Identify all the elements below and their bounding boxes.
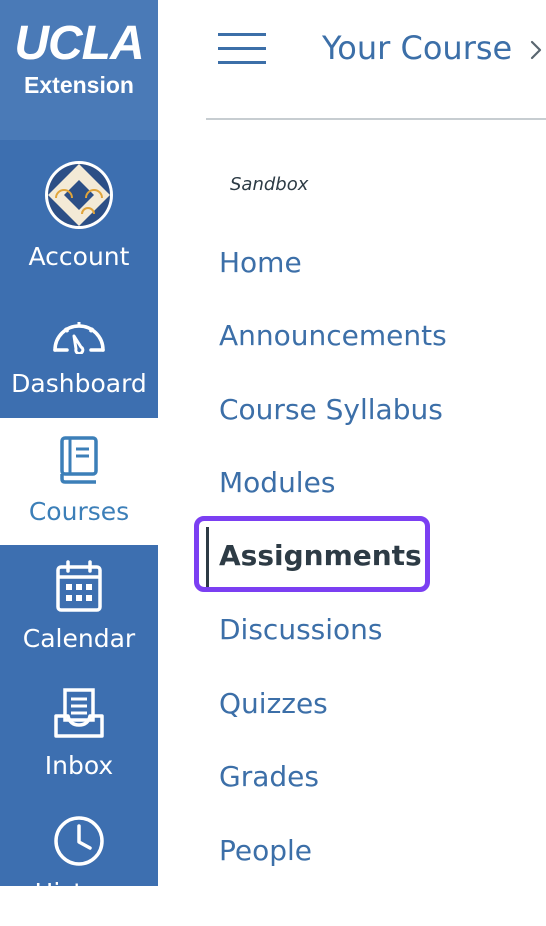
hamburger-icon[interactable] bbox=[218, 33, 266, 65]
header-divider bbox=[206, 118, 546, 120]
account-avatar-icon bbox=[0, 158, 158, 236]
global-nav-history[interactable]: History bbox=[0, 799, 158, 926]
global-nav-calendar-label: Calendar bbox=[22, 624, 136, 653]
global-navigation: UCLA Extension Account Dashboard Courses… bbox=[0, 0, 158, 907]
ucla-extension-logo[interactable]: UCLA Extension bbox=[0, 0, 158, 140]
course-nav-people[interactable]: People bbox=[219, 833, 312, 869]
dashboard-gauge-icon bbox=[0, 314, 158, 358]
course-nav-discussions[interactable]: Discussions bbox=[219, 612, 383, 648]
global-nav-inbox[interactable]: Inbox bbox=[0, 672, 158, 799]
course-nav-home[interactable]: Home bbox=[219, 245, 302, 281]
book-icon bbox=[0, 435, 158, 489]
breadcrumb-course-title[interactable]: Your Course bbox=[322, 28, 512, 68]
global-nav-inbox-label: Inbox bbox=[44, 751, 114, 780]
course-nav-course-syllabus[interactable]: Course Syllabus bbox=[219, 392, 443, 428]
global-nav-account[interactable]: Account bbox=[0, 145, 158, 272]
logo-text-extension: Extension bbox=[24, 72, 134, 98]
clock-icon bbox=[0, 814, 158, 872]
course-term-label: Sandbox bbox=[230, 174, 309, 195]
course-nav-announcements[interactable]: Announcements bbox=[219, 318, 447, 354]
logo-text-ucla: UCLA bbox=[14, 17, 144, 70]
course-header: Your Course bbox=[158, 0, 546, 120]
inbox-icon bbox=[0, 686, 158, 744]
course-nav-quizzes[interactable]: Quizzes bbox=[219, 686, 328, 722]
course-nav-modules[interactable]: Modules bbox=[219, 465, 335, 501]
course-nav-grades[interactable]: Grades bbox=[219, 759, 319, 795]
calendar-icon bbox=[0, 560, 158, 618]
chevron-right-icon bbox=[530, 40, 542, 64]
global-nav-dashboard-label: Dashboard bbox=[11, 369, 147, 398]
global-nav-history-label: History bbox=[34, 878, 124, 907]
global-nav-account-label: Account bbox=[28, 242, 130, 271]
global-nav-calendar[interactable]: Calendar bbox=[0, 545, 158, 672]
global-nav-courses[interactable]: Courses bbox=[0, 418, 158, 545]
global-nav-dashboard[interactable]: Dashboard bbox=[0, 292, 158, 419]
assignments-highlight-box bbox=[194, 516, 430, 592]
global-nav-courses-label: Courses bbox=[28, 497, 130, 526]
